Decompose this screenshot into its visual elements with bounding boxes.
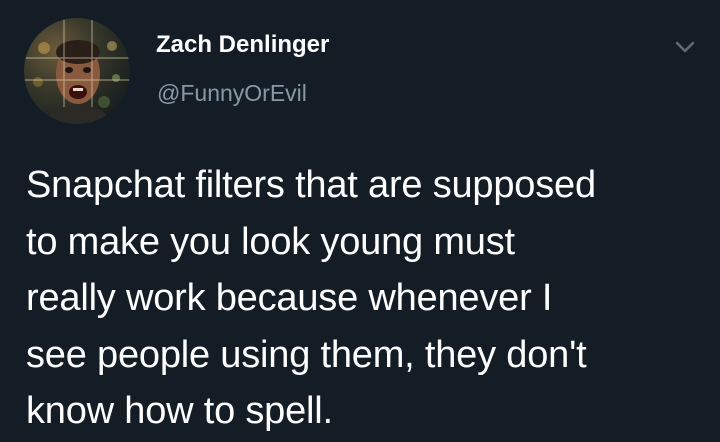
author-handle[interactable]: @FunnyOrEvil <box>157 80 307 107</box>
avatar-photo <box>24 18 130 124</box>
tweet-text-line: know how to spell. <box>26 390 333 432</box>
tweet-card: Zach Denlinger @FunnyOrEvil Snapchat fil… <box>0 0 720 442</box>
tweet-text: Snapchat filters that are supposed to ma… <box>26 157 706 440</box>
author-name[interactable]: Zach Denlinger <box>156 31 329 59</box>
tweet-text-line: to make you look young must <box>26 220 515 263</box>
tweet-text-line: Snapchat filters that are supposed <box>26 164 596 206</box>
avatar[interactable] <box>24 18 130 124</box>
tweet-text-line: see people using them, they don't <box>26 333 587 376</box>
tweet-text-line: really work because whenever I <box>26 277 553 319</box>
chevron-down-icon[interactable] <box>671 36 699 58</box>
